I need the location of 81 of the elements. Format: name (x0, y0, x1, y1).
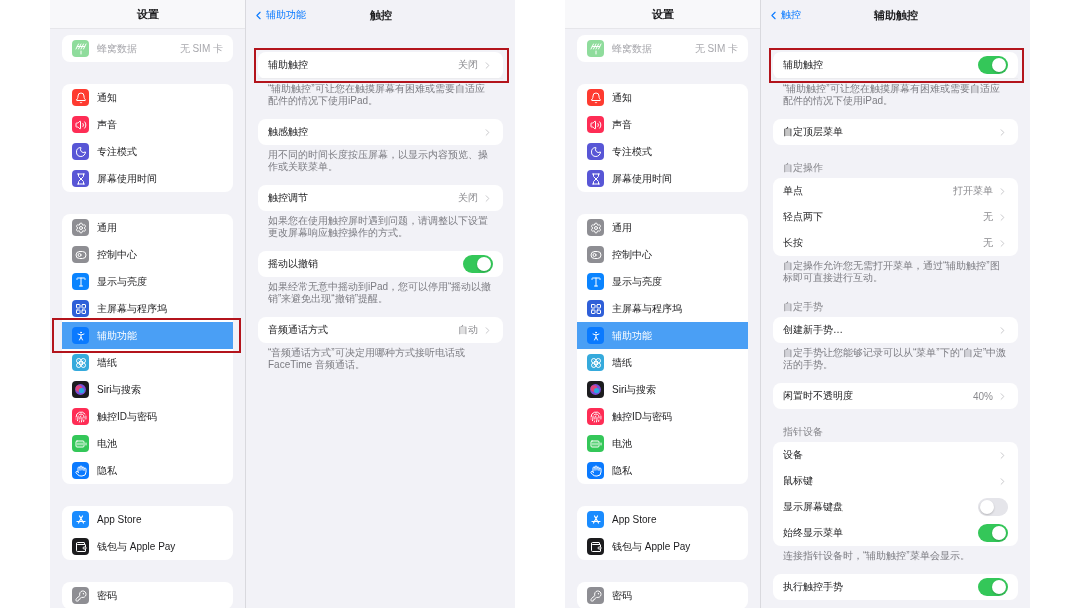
sidebar-item[interactable]: 电池 (577, 430, 748, 457)
row-value: 关闭 (458, 58, 478, 72)
sidebar-item[interactable]: 钱包与 Apple Pay (62, 533, 233, 560)
section-header: 指针设备 (782, 425, 824, 439)
settings-row[interactable]: 触控调节 关闭 (258, 185, 503, 211)
section-footer: 如果您在使用触控屏时遇到问题，请调整以下设置更改屏幕响应触控操作的方式。 (258, 211, 503, 239)
settings-row[interactable]: 闲置时不透明度 40% (773, 383, 1018, 409)
sidebar-item[interactable]: 声音 (577, 111, 748, 138)
section-footer: 连接指针设备时，“辅助触控”菜单会显示。 (773, 546, 1018, 562)
sidebar-item[interactable]: 主屏幕与程序坞 (62, 295, 233, 322)
settings-row[interactable]: 创建新手势… (773, 317, 1018, 343)
item-value: 无 SIM 卡 (179, 41, 223, 56)
sidebar-item[interactable]: 隐私 (577, 457, 748, 484)
sidebar-item[interactable]: 通用 (62, 214, 233, 241)
sidebar-item[interactable]: 控制中心 (62, 241, 233, 268)
sidebar-item[interactable]: 显示与亮度 (62, 268, 233, 295)
sidebar-title: 设置 (651, 6, 674, 22)
section-footer: 如果经常无意中摇动到iPad，您可以停用“摇动以撤销”来避免出现“撤销”提醒。 (258, 277, 503, 305)
sidebar-item[interactable]: App Store (577, 506, 748, 533)
section-header: 自定操作 (782, 161, 824, 175)
sidebar-item[interactable]: 触控ID与密码 (62, 403, 233, 430)
sidebar-item[interactable]: 墙纸 (577, 349, 748, 376)
sidebar-item[interactable]: 墙纸 (62, 349, 233, 376)
settings-row[interactable]: 轻点两下 无 (773, 204, 1018, 230)
sidebar-item[interactable]: 密码 (577, 582, 748, 608)
sidebar-item[interactable]: 通知 (577, 84, 748, 111)
section-footer: 自定操作允许您无需打开菜单，通过“辅助触控”图标即可直接进行互动。 (773, 256, 1018, 284)
settings-row[interactable]: 始终显示菜单 (773, 520, 1018, 546)
settings-row[interactable]: 触感触控 (258, 119, 503, 145)
back-link[interactable]: 辅助功能 (252, 8, 306, 22)
settings-row[interactable]: 执行触控手势 (773, 574, 1018, 600)
settings-row[interactable]: 音频通话方式 自动 (258, 317, 503, 343)
item-value: 无 SIM 卡 (694, 41, 738, 56)
row-value: 自动 (458, 323, 478, 337)
sidebar-item[interactable]: 隐私 (62, 457, 233, 484)
toggle-switch[interactable] (978, 578, 1008, 596)
sidebar-item[interactable]: 触控ID与密码 (577, 403, 748, 430)
sidebar-item[interactable]: App Store (62, 506, 233, 533)
sidebar-item[interactable]: Siri与搜索 (62, 376, 233, 403)
section-header: 自定手势 (782, 300, 824, 314)
sidebar-item[interactable]: 通用 (577, 214, 748, 241)
toggle-switch[interactable] (978, 524, 1008, 542)
back-link[interactable]: 触控 (767, 8, 801, 22)
section-footer: “辅助触控”可让您在触摸屏幕有困难或需要自适应配件的情况下使用iPad。 (773, 79, 1018, 107)
sidebar-item[interactable]: 密码 (62, 582, 233, 608)
settings-row[interactable]: 自定顶层菜单 (773, 119, 1018, 145)
sidebar-title: 设置 (136, 6, 159, 22)
row-value: 打开菜单 (953, 184, 993, 198)
page-title: 触控 (369, 7, 392, 23)
sidebar-item[interactable]: 专注模式 (577, 138, 748, 165)
settings-row[interactable]: 摇动以撤销 (258, 251, 503, 277)
sidebar-item[interactable]: 显示与亮度 (577, 268, 748, 295)
section-footer: 自定手势让您能够记录可以从“菜单”下的“自定”中激活的手势。 (773, 343, 1018, 371)
sidebar-item[interactable]: 屏幕使用时间 (62, 165, 233, 192)
sidebar-item[interactable]: 控制中心 (577, 241, 748, 268)
sidebar-item[interactable]: 专注模式 (62, 138, 233, 165)
sidebar-item[interactable]: 电池 (62, 430, 233, 457)
settings-row[interactable]: 单点 打开菜单 (773, 178, 1018, 204)
section-footer: “音频通话方式”可决定用哪种方式接听电话或 FaceTime 音频通话。 (258, 343, 503, 371)
sidebar-item[interactable]: Siri与搜索 (577, 376, 748, 403)
sidebar-item[interactable]: 屏幕使用时间 (577, 165, 748, 192)
row-value: 关闭 (458, 191, 478, 205)
sidebar-item[interactable]: 通知 (62, 84, 233, 111)
toggle-switch[interactable] (978, 56, 1008, 74)
row-value: 无 (983, 236, 993, 250)
section-footer: “辅助触控”可让您在触摸屏幕有困难或需要自适应配件的情况下使用iPad。 (258, 79, 503, 107)
settings-row[interactable]: 显示屏幕键盘 (773, 494, 1018, 520)
settings-row[interactable]: 辅助触控 (773, 52, 1018, 79)
row-value: 无 (983, 210, 993, 224)
sidebar-item[interactable]: 主屏幕与程序坞 (577, 295, 748, 322)
settings-row[interactable]: 设备 (773, 442, 1018, 468)
settings-row[interactable]: 辅助触控 关闭 (258, 52, 503, 79)
sidebar-item[interactable]: 声音 (62, 111, 233, 138)
toggle-switch[interactable] (463, 255, 493, 273)
settings-row[interactable]: 长按 无 (773, 230, 1018, 256)
settings-row[interactable]: 鼠标键 (773, 468, 1018, 494)
row-value: 40% (973, 390, 993, 402)
toggle-switch[interactable] (978, 498, 1008, 516)
page-title: 辅助触控 (873, 7, 918, 23)
section-footer: 用不同的时间长度按压屏幕，以显示内容预览、操作或关联菜单。 (258, 145, 503, 173)
sidebar-item[interactable]: 钱包与 Apple Pay (577, 533, 748, 560)
